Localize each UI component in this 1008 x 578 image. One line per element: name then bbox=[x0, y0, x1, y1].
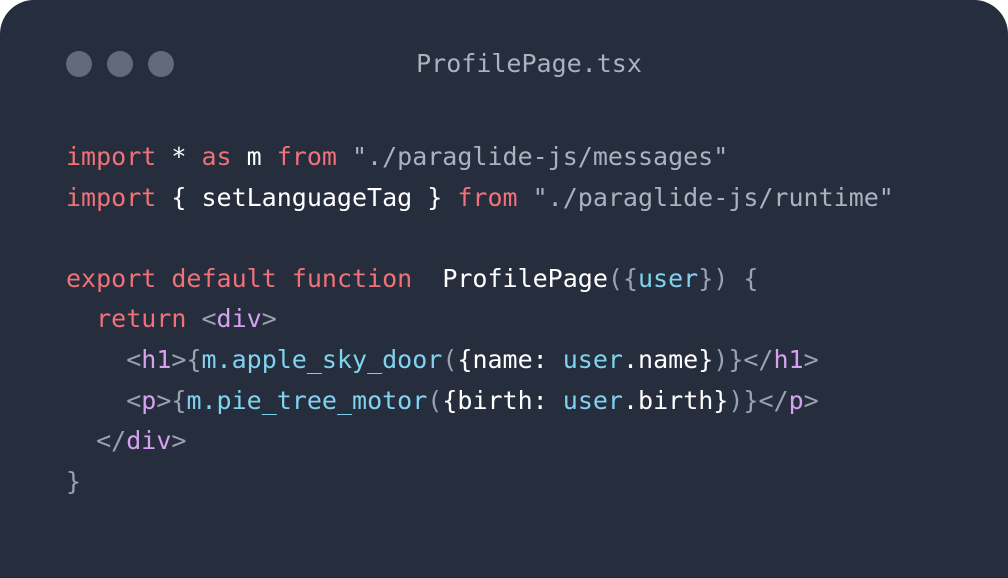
code-block: import * as m from "./paraglide-js/messa… bbox=[66, 137, 894, 502]
code-line-7: <p>{m.pie_tree_motor({birth: user.birth}… bbox=[126, 385, 819, 415]
code-line-2: import { setLanguageTag } from "./paragl… bbox=[66, 182, 894, 212]
code-line-4: export default function ProfilePage({use… bbox=[66, 263, 759, 293]
file-title: ProfilePage.tsx bbox=[416, 49, 642, 78]
code-line-5: return <div> bbox=[96, 304, 277, 334]
code-line-6: <h1>{m.apple_sky_door({name: user.name})… bbox=[126, 344, 819, 374]
code-line-1: import * as m from "./paraglide-js/messa… bbox=[66, 142, 729, 171]
code-line-8: </div> bbox=[96, 426, 187, 456]
code-window: ProfilePage.tsx import * as m from "./pa… bbox=[0, 0, 1008, 578]
code-line-9: } bbox=[66, 466, 82, 496]
